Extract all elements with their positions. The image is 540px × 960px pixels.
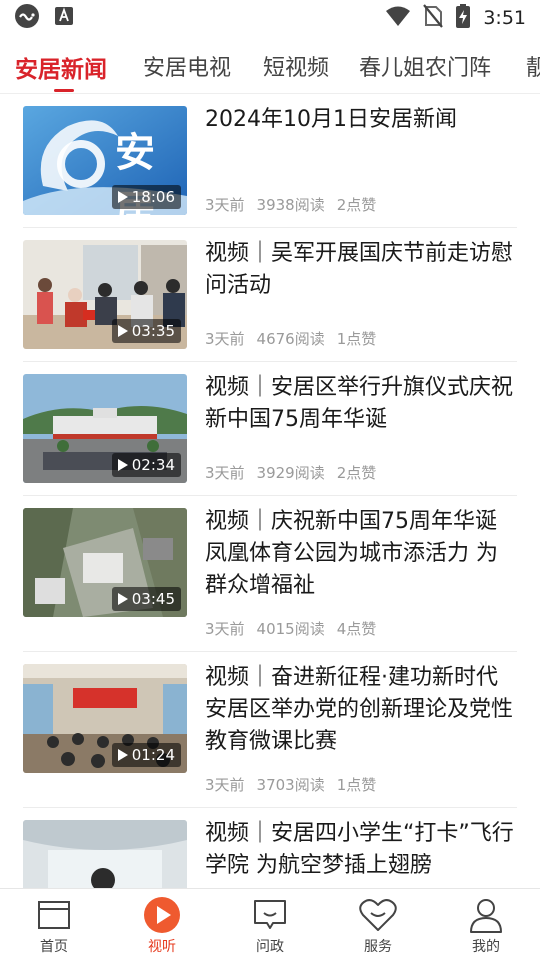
news-title[interactable]: 2024年10月1日安居新闻: [205, 104, 519, 136]
tab-anju-news[interactable]: 安居新闻: [15, 50, 107, 84]
time-ago: 3天前: [205, 196, 245, 214]
news-list: 安居 18:06 2024年10月1日安居新闻 3天前 3938阅读 2点赞: [0, 94, 540, 888]
like-count: 1点赞: [336, 330, 377, 348]
like-count: 2点赞: [336, 464, 377, 482]
video-duration: 02:34: [111, 453, 181, 477]
news-title[interactable]: 视频｜吴军开展国庆节前走访慰问活动: [205, 238, 519, 302]
play-icon: [117, 191, 128, 203]
news-item[interactable]: 01:24 视频｜奋进新征程·建功新时代 安居区举办党的创新理论及党性教育微课比…: [23, 652, 517, 808]
video-duration: 03:35: [111, 319, 181, 343]
news-title[interactable]: 视频｜安居区举行升旗仪式庆祝新中国75周年华诞: [205, 372, 519, 436]
time-ago: 3天前: [205, 330, 245, 348]
video-thumbnail[interactable]: 01:24: [23, 664, 187, 773]
news-meta: 3天前 4676阅读 1点赞: [205, 328, 376, 349]
tab-partial[interactable]: 靓: [526, 50, 540, 82]
bottom-nav: 首页 视听 问政 服务 我的: [0, 888, 540, 960]
video-duration: 18:06: [111, 185, 181, 209]
cast-app-icon: [14, 3, 40, 33]
battery-charging-icon: [455, 3, 471, 33]
nav-label: 我的: [472, 939, 500, 955]
play-icon: [117, 325, 128, 337]
active-tab-indicator: [54, 89, 74, 92]
news-meta: 3天前 4015阅读 4点赞: [205, 618, 376, 639]
news-meta: 3天前 3929阅读 2点赞: [205, 462, 376, 483]
video-thumbnail[interactable]: 02:34: [23, 374, 187, 483]
read-count: 4676阅读: [256, 330, 325, 348]
nav-service[interactable]: 服务: [324, 889, 432, 960]
play-icon: [117, 749, 128, 761]
nav-inquiry[interactable]: 问政: [216, 889, 324, 960]
read-count: 4015阅读: [256, 620, 325, 638]
no-sim-icon: [423, 4, 444, 32]
news-item[interactable]: 02:34 视频｜安居区举行升旗仪式庆祝新中国75周年华诞 3天前 3929阅读…: [23, 362, 517, 496]
video-thumbnail[interactable]: 安居 18:06: [23, 106, 187, 215]
nav-label: 首页: [40, 939, 68, 955]
wifi-icon: [385, 5, 411, 31]
news-meta: 3天前 3938阅读 2点赞: [205, 194, 376, 215]
play-icon: [117, 459, 128, 471]
video-duration: 01:24: [111, 743, 181, 767]
read-count: 3938阅读: [256, 196, 325, 214]
status-time: 3:51: [483, 7, 526, 29]
video-duration: 03:45: [111, 587, 181, 611]
time-ago: 3天前: [205, 620, 245, 638]
home-icon: [34, 895, 74, 935]
nav-profile[interactable]: 我的: [432, 889, 540, 960]
nav-label: 视听: [148, 939, 176, 955]
user-icon: [466, 895, 506, 935]
read-count: 3703阅读: [256, 776, 325, 794]
tab-anju-tv[interactable]: 安居电视: [143, 50, 231, 82]
chat-icon: [250, 895, 290, 935]
channel-tabs: 安居新闻 安居电视 短视频 春儿姐农门阵 靓: [0, 36, 540, 94]
news-title[interactable]: 视频｜奋进新征程·建功新时代 安居区举办党的创新理论及党性教育微课比赛: [205, 662, 519, 758]
text-a-app-icon: [54, 6, 74, 30]
news-item[interactable]: 视频｜安居四小学生“打卡”飞行学院 为航空梦插上翅膀: [23, 808, 517, 888]
nav-video[interactable]: 视听: [108, 889, 216, 960]
news-meta: 3天前 3703阅读 1点赞: [205, 774, 376, 795]
status-bar: 3:51: [0, 0, 540, 36]
news-item[interactable]: 安居 18:06 2024年10月1日安居新闻 3天前 3938阅读 2点赞: [23, 94, 517, 228]
news-item[interactable]: 03:35 视频｜吴军开展国庆节前走访慰问活动 3天前 4676阅读 1点赞: [23, 228, 517, 362]
play-icon: [142, 895, 182, 935]
nav-label: 问政: [256, 939, 284, 955]
nav-label: 服务: [364, 939, 392, 955]
like-count: 4点赞: [336, 620, 377, 638]
video-thumbnail[interactable]: [23, 820, 187, 888]
video-thumbnail[interactable]: 03:45: [23, 508, 187, 617]
tab-chuner-farm[interactable]: 春儿姐农门阵: [359, 50, 491, 82]
tab-short-video[interactable]: 短视频: [263, 50, 329, 82]
heart-icon: [358, 895, 398, 935]
news-title[interactable]: 视频｜庆祝新中国75周年华诞 凤凰体育公园为城市添活力 为群众增福祉: [205, 506, 519, 602]
like-count: 1点赞: [336, 776, 377, 794]
video-thumbnail[interactable]: 03:35: [23, 240, 187, 349]
time-ago: 3天前: [205, 776, 245, 794]
read-count: 3929阅读: [256, 464, 325, 482]
play-icon: [117, 593, 128, 605]
news-item[interactable]: 03:45 视频｜庆祝新中国75周年华诞 凤凰体育公园为城市添活力 为群众增福祉…: [23, 496, 517, 652]
nav-home[interactable]: 首页: [0, 889, 108, 960]
time-ago: 3天前: [205, 464, 245, 482]
news-title[interactable]: 视频｜安居四小学生“打卡”飞行学院 为航空梦插上翅膀: [205, 818, 519, 882]
like-count: 2点赞: [336, 196, 377, 214]
